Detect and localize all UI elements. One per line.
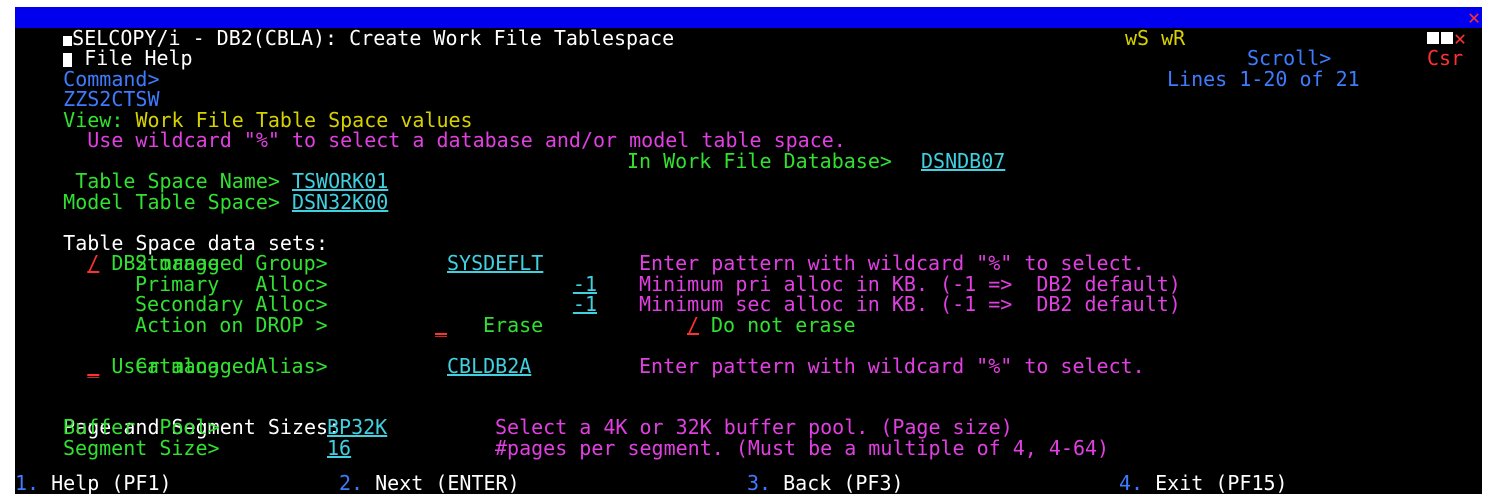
- datasets-heading-row: Table Space data sets:: [15, 212, 1482, 253]
- model-label: Model Table Space>: [63, 189, 280, 214]
- window-indicators: wS wR: [1125, 25, 1186, 50]
- storage-label: Storage Group>: [135, 251, 328, 275]
- secondary-row: Secondary Alloc> -1 Minimum sec alloc in…: [15, 294, 1482, 315]
- bufferpool-input[interactable]: BP32K: [327, 417, 411, 438]
- bufferpool-label: Buffer Pool>: [63, 415, 220, 439]
- command-line: Command> Scroll> Csr: [15, 46, 1482, 89]
- database-input[interactable]: DSNDB07: [921, 150, 1017, 172]
- title-bar: SELCOPY/i - DB2(CBLA): Create Work File …: [15, 7, 1482, 48]
- scroll-input[interactable]: Csr: [1427, 48, 1463, 69]
- close-icon[interactable]: ✕: [1468, 7, 1480, 28]
- primary-help: Minimum pri alloc in KB. (-1 => DB2 defa…: [639, 271, 1181, 296]
- primary-label: Primary Alloc>: [135, 271, 328, 296]
- secondary-label: Secondary Alloc>: [135, 292, 328, 316]
- drop-label: Action on DROP >: [135, 312, 328, 337]
- erase-select[interactable]: _: [435, 314, 447, 336]
- storage-input[interactable]: SYSDEFLT: [447, 253, 543, 274]
- model-row: Model Table Space> DSN32K00: [15, 171, 1482, 212]
- fkey-bar: 1. Help (PF1) 2. Next (ENTER) 3. Back (P…: [15, 473, 1482, 494]
- minimize-icon[interactable]: [1427, 31, 1439, 44]
- catalog-label: Catalog Alias>: [135, 353, 328, 378]
- view-row: View: Work File Table Space values: [15, 89, 1482, 130]
- catalog-row: Catalog Alias> CBLDB2A Enter pattern wit…: [15, 353, 1482, 378]
- noerase-select[interactable]: /: [687, 314, 699, 336]
- drop-action-row: Action on DROP > _ Erase / Do not erase: [15, 312, 1482, 337]
- window-controls[interactable]: ✕: [1427, 27, 1467, 48]
- fkey-exit[interactable]: 4. Exit (PF15): [1119, 473, 1288, 494]
- user-managed-row: _ User managed: [15, 335, 1482, 376]
- bufferpool-row: Buffer Pool> BP32K Select a 4K or 32K bu…: [15, 417, 1482, 438]
- segment-row: Segment Size> 16 #pages per segment. (Mu…: [15, 435, 1482, 460]
- segment-help: #pages per segment. (Must be a multiple …: [495, 435, 1110, 460]
- sizes-heading-row: Page and Segment Sizes:: [15, 397, 1482, 438]
- maximize-icon[interactable]: [1441, 31, 1453, 44]
- erase-label: Erase: [483, 312, 544, 337]
- instruction-row: Use wildcard "%" to select a database an…: [15, 110, 1482, 151]
- primary-row: Primary Alloc> -1 Minimum pri alloc in K…: [15, 271, 1482, 296]
- close-small-icon[interactable]: ✕: [1454, 27, 1466, 49]
- primary-input[interactable]: -1: [447, 273, 597, 295]
- catalog-input[interactable]: CBLDB2A: [447, 355, 543, 377]
- tablespace-row: Table Space Name> TSWORK01 In Work File …: [15, 148, 1482, 191]
- database-label: In Work File Database>: [627, 148, 892, 173]
- catalog-help: Enter pattern with wildcard "%" to selec…: [639, 353, 1145, 378]
- lines-info: Lines 1-20 of 21: [1167, 66, 1360, 91]
- secondary-input[interactable]: -1: [447, 294, 597, 315]
- storage-help: Enter pattern with wildcard "%" to selec…: [639, 251, 1145, 275]
- segment-input[interactable]: 16: [327, 437, 363, 459]
- db2-managed-row: / DB2 managed: [15, 233, 1482, 274]
- fkey-next[interactable]: 2. Next (ENTER): [339, 473, 520, 494]
- panel-id-row: ZZS2CTSW Lines 1-20 of 21: [15, 66, 1482, 109]
- fkey-back[interactable]: 3. Back (PF3): [747, 473, 904, 494]
- noerase-label: Do not erase: [711, 312, 856, 337]
- segment-label: Segment Size>: [63, 435, 220, 460]
- storage-row: Storage Group> SYSDEFLT Enter pattern wi…: [15, 253, 1482, 274]
- model-input[interactable]: DSN32K00: [292, 191, 388, 213]
- terminal-screen: SELCOPY/i - DB2(CBLA): Create Work File …: [15, 7, 1482, 494]
- menu-bar: File Help wS wR ✕: [15, 25, 1482, 68]
- scroll-label: Scroll>: [1247, 46, 1332, 70]
- bufferpool-help: Select a 4K or 32K buffer pool. (Page si…: [495, 415, 1013, 439]
- fkey-help[interactable]: 1. Help (PF1): [15, 473, 172, 494]
- secondary-help: Minimum sec alloc in KB. (-1 => DB2 defa…: [639, 292, 1181, 316]
